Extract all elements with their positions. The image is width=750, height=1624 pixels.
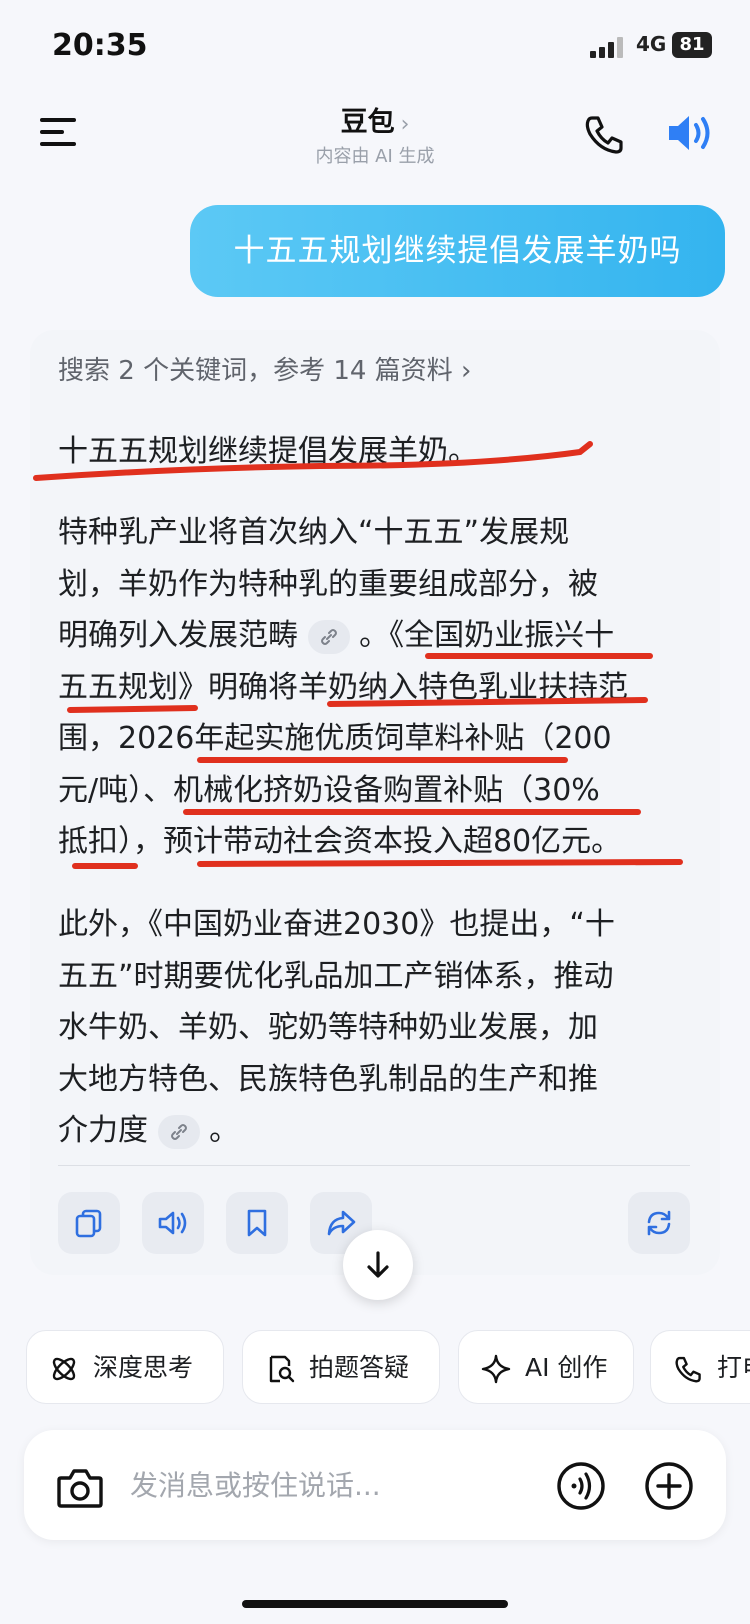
speaker-icon: [158, 1211, 187, 1235]
para2-line: 此外，《中国奶业奋进2030》也提出，“十: [58, 907, 615, 942]
home-indicator: [242, 1600, 508, 1608]
para1-line: 特种乳产业将首次纳入“十五五”发展规: [58, 515, 570, 550]
bookmark-button[interactable]: [226, 1192, 288, 1254]
signal-icon: [590, 36, 626, 58]
search-references-link[interactable]: 搜索 2 个关键词，参考 14 篇资料 ›: [58, 350, 471, 387]
para1-line: 划，羊奶作为特种乳的重要组成部分，被: [58, 566, 598, 602]
chip-label: AI 创作: [525, 1353, 608, 1382]
para2-line-text: 介力度: [58, 1113, 148, 1148]
answer-paragraph-1: 特种乳产业将首次纳入“十五五”发展规 划，羊奶作为特种乳的重要组成部分，被 明确…: [58, 507, 688, 868]
read-aloud-button[interactable]: [142, 1192, 204, 1254]
chip-label: 深度思考: [93, 1353, 194, 1382]
para1-line: 围，2026年起实施优质饲草料补贴（200: [58, 721, 612, 756]
status-time: 20:35: [52, 28, 148, 63]
plus-icon[interactable]: [643, 1460, 695, 1512]
user-message-bubble[interactable]: 十五五规划继续提倡发展羊奶吗: [190, 205, 725, 297]
answer-headline: 十五五规划继续提倡发展羊奶。: [58, 434, 478, 469]
chip-ai-create[interactable]: AI 创作: [458, 1330, 634, 1404]
ai-generated-note: 内容由 AI 生成: [315, 146, 435, 167]
para1-line: 元/吨）、机械化挤奶设备购置补贴（30%: [58, 772, 600, 808]
camera-icon[interactable]: [56, 1466, 104, 1510]
status-bar: 20:35 4G 81: [0, 0, 750, 92]
scroll-to-bottom-button[interactable]: [343, 1230, 413, 1300]
arrow-down-icon: [367, 1251, 389, 1278]
chat-title[interactable]: 豆包 ›: [0, 100, 750, 139]
phone-icon[interactable]: [582, 112, 626, 156]
copy-icon: [75, 1209, 102, 1238]
atom-icon: [52, 1357, 76, 1381]
speaker-icon[interactable]: [665, 110, 715, 156]
regenerate-button[interactable]: [628, 1192, 690, 1254]
bot-name: 豆包: [340, 107, 395, 138]
battery-indicator: 81: [672, 32, 712, 58]
scan-document-icon: [269, 1355, 295, 1383]
phone-icon: [675, 1356, 701, 1383]
para1-line: 五五规划》明确将羊奶纳入特色乳业扶持范: [58, 669, 628, 705]
chip-call[interactable]: 打电: [650, 1330, 750, 1404]
chip-label: 打电: [717, 1353, 750, 1382]
chevron-right-icon: ›: [400, 112, 410, 137]
message-input[interactable]: 发消息或按住说话...: [130, 1464, 381, 1504]
para2-line-text: 。: [209, 1113, 240, 1148]
para2-line: 介力度 。: [58, 1105, 688, 1157]
para1-line: 抵扣），预计带动社会资本投入超80亿元。: [58, 824, 622, 859]
voice-input-icon[interactable]: [555, 1460, 607, 1512]
sparkle-icon: [481, 1354, 511, 1384]
answer-paragraph-2: 此外，《中国奶业奋进2030》也提出，“十 五五”时期要优化乳品加工产销体系，推…: [58, 899, 688, 1157]
para2-line: 五五”时期要优化乳品加工产销体系，推动: [58, 958, 614, 994]
para1-line-text: 明确列入发展范畴: [58, 618, 298, 653]
copy-button[interactable]: [58, 1192, 120, 1254]
para2-line: 水牛奶、羊奶、驼奶等特种奶业发展，加: [58, 1010, 598, 1045]
para2-line: 大地方特色、民族特色乳制品的生产和推: [58, 1061, 598, 1097]
share-icon: [327, 1210, 356, 1236]
para1-line: 明确列入发展范畴 。《全国奶业振兴十: [58, 610, 688, 662]
bookmark-icon: [247, 1209, 267, 1237]
source-link-icon[interactable]: [157, 1114, 200, 1149]
network-label: 4G: [636, 32, 667, 56]
divider: [58, 1165, 690, 1166]
chat-header: 豆包 › 内容由 AI 生成: [0, 92, 750, 182]
chip-label: 拍题答疑: [309, 1353, 410, 1382]
chip-photo-question[interactable]: 拍题答疑: [242, 1330, 440, 1404]
para1-line-text: 。《全国奶业振兴十: [359, 618, 615, 653]
chip-deep-think[interactable]: 深度思考: [26, 1330, 224, 1404]
source-link-icon[interactable]: [307, 619, 350, 654]
refresh-icon: [647, 1210, 671, 1236]
